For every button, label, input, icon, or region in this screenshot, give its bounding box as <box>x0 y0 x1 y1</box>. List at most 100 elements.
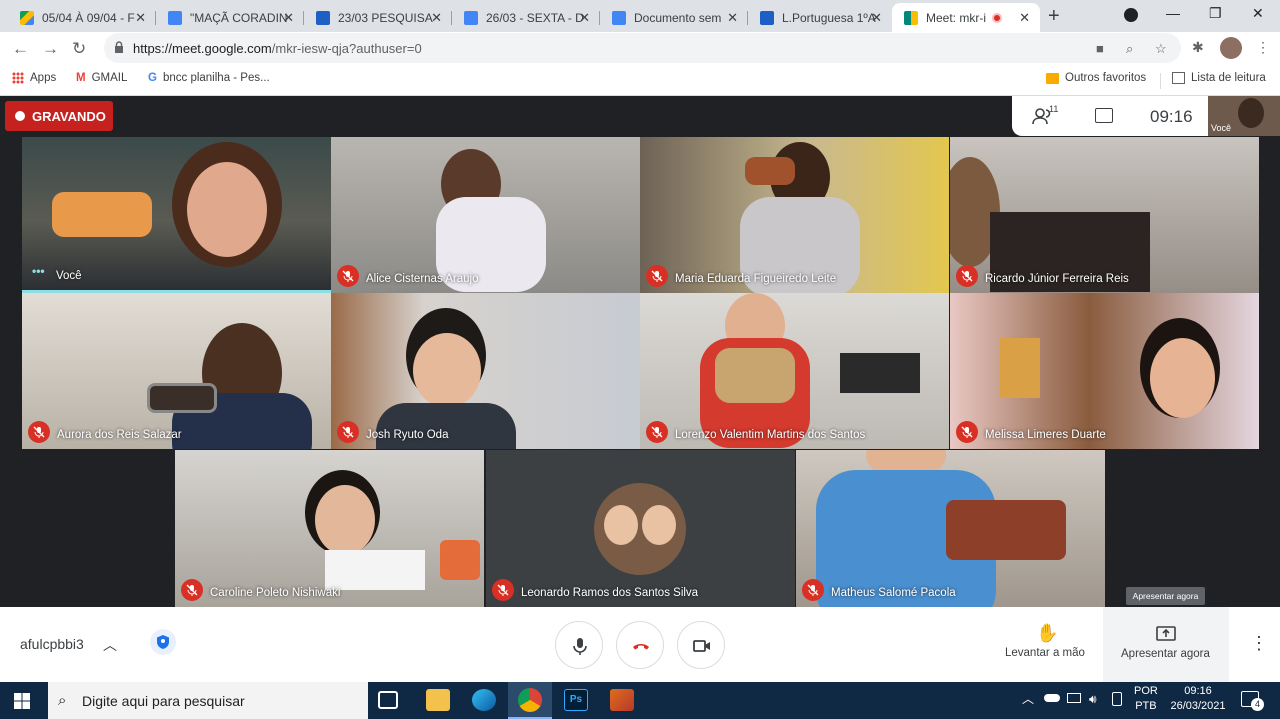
more-options-icon[interactable]: ⋮ <box>1250 633 1268 654</box>
bookmark-star-icon[interactable]: ☆ <box>1155 41 1167 57</box>
participant-tile[interactable]: Maria Eduarda Figueiredo Leite <box>640 137 949 293</box>
browser-tab-5[interactable]: Documento sem ✕ <box>600 3 748 32</box>
meet-controls-bar: afulcpbbi3 ︿ ✋ Levantar a mão Apresentar… <box>0 607 1280 682</box>
participant-tile[interactable]: Você ••• <box>22 137 331 293</box>
video-camera-icon <box>693 640 710 652</box>
participant-tile[interactable]: Matheus Salomé Pacola <box>796 450 1105 607</box>
shield-icon[interactable] <box>150 629 176 655</box>
tab-search-icon[interactable] <box>1124 8 1138 22</box>
google-drive-icon <box>20 10 34 25</box>
google-docs-icon <box>168 10 182 25</box>
muted-mic-icon <box>646 421 668 443</box>
back-icon[interactable]: ← <box>12 39 29 59</box>
close-window-button[interactable]: ✕ <box>1252 5 1264 22</box>
browser-tab-bar: 05/04 À 09/04 - F ✕ "MAÇÃ CORADIN ✕ 23/0… <box>0 0 1280 32</box>
minimize-button[interactable]: — <box>1166 5 1180 21</box>
close-tab-icon[interactable]: ✕ <box>135 10 146 26</box>
meeting-code: afulcpbbi3 <box>20 636 84 652</box>
meet-clock: 09:16 <box>1150 107 1193 126</box>
browser-tab-meet-active[interactable]: Meet: mkr-ie ✕ <box>892 3 1040 32</box>
reading-list[interactable]: Lista de leitura <box>1172 72 1266 84</box>
close-tab-icon[interactable]: ✕ <box>431 10 442 26</box>
participant-tile[interactable]: Leonardo Ramos dos Santos Silva <box>486 450 795 607</box>
browser-tab-4[interactable]: 26/03 - SEXTA - D ✕ <box>452 3 600 32</box>
extensions-icon[interactable]: ✱ <box>1192 39 1204 56</box>
reload-icon[interactable]: ↻ <box>72 39 86 59</box>
taskbar-search-box[interactable]: ⌕ Digite aqui para pesquisar <box>48 682 368 719</box>
forward-icon[interactable]: → <box>42 39 59 59</box>
menu-kebab-icon[interactable]: ⋮ <box>1256 39 1270 56</box>
participant-tile[interactable]: Josh Ryuto Oda <box>331 293 640 449</box>
tray-chevron-icon[interactable]: ︿ <box>1022 692 1034 707</box>
meet-top-panel: 11 09:16 <box>1012 96 1208 136</box>
language-indicator[interactable]: POR PTB <box>1134 684 1158 714</box>
close-tab-icon[interactable]: ✕ <box>1019 10 1030 26</box>
google-docs-icon <box>612 10 626 25</box>
profile-avatar[interactable] <box>1220 37 1242 59</box>
browser-tab-2[interactable]: "MAÇÃ CORADIN ✕ <box>156 3 304 32</box>
camera-button[interactable] <box>677 621 725 669</box>
microphone-icon <box>573 638 587 655</box>
participant-tile[interactable]: Caroline Poleto Nishiwaki <box>175 450 484 607</box>
google-classroom-icon <box>316 10 330 25</box>
google-docs-icon <box>464 10 478 25</box>
other-bookmarks[interactable]: Outros favoritos <box>1046 72 1146 84</box>
record-dot-icon <box>15 111 25 121</box>
participant-tile[interactable]: Melissa Limeres Duarte <box>950 293 1259 449</box>
hangup-icon <box>633 644 649 650</box>
muted-mic-icon <box>337 265 359 287</box>
participant-tile[interactable]: Aurora dos Reis Salazar <box>22 293 331 449</box>
apps-grid-icon <box>12 72 24 84</box>
participant-tile[interactable]: Lorenzo Valentim Martins dos Santos <box>640 293 949 449</box>
close-tab-icon[interactable]: ✕ <box>283 10 294 26</box>
close-tab-icon[interactable]: ✕ <box>727 10 738 26</box>
bookmark-apps[interactable]: Apps <box>12 72 56 84</box>
volume-icon[interactable]: 🔊︎ <box>1089 692 1097 707</box>
close-tab-icon[interactable]: ✕ <box>579 10 590 26</box>
participant-tile[interactable]: Ricardo Júnior Ferreira Reis <box>950 137 1259 293</box>
photoshop-icon[interactable]: Ps <box>564 689 588 711</box>
maximize-button[interactable]: ❐ <box>1209 5 1222 22</box>
browser-tab-1[interactable]: 05/04 À 09/04 - F ✕ <box>8 3 156 32</box>
participant-tile[interactable]: Alice Cisternas Araujo <box>331 137 640 293</box>
raise-hand-label[interactable]: Levantar a mão <box>1005 647 1085 659</box>
present-now-tooltip: Apresentar agora <box>1126 587 1205 605</box>
browser-tab-3[interactable]: 23/03 PESQUISA ✕ <box>304 3 452 32</box>
zoom-icon[interactable]: ⌕ <box>1126 41 1133 57</box>
system-clock[interactable]: 09:16 26/03/2021 <box>1166 684 1230 714</box>
windows-start-icon[interactable] <box>14 693 30 709</box>
camera-in-use-icon[interactable]: ■ <box>1096 41 1104 56</box>
close-tab-icon[interactable]: ✕ <box>871 10 882 26</box>
address-bar[interactable]: https://meet.google.com/mkr-iesw-qja?aut… <box>104 33 1181 63</box>
microphone-button[interactable] <box>555 621 603 669</box>
muted-mic-icon <box>956 265 978 287</box>
meet-grid: GRAVANDO 11 09:16 Você Você ••• Alice Ci… <box>0 96 1280 607</box>
self-preview[interactable]: Você <box>1208 96 1280 136</box>
task-view-icon[interactable] <box>378 691 398 709</box>
edge-icon[interactable] <box>472 689 496 711</box>
file-explorer-icon[interactable] <box>426 689 450 711</box>
muted-mic-icon <box>337 421 359 443</box>
participant-count: 11 <box>1049 104 1059 114</box>
present-now-button[interactable]: Apresentar agora <box>1103 607 1229 682</box>
end-call-button[interactable] <box>616 621 664 669</box>
media-app-icon[interactable] <box>610 689 634 711</box>
reading-list-icon <box>1172 72 1185 84</box>
onedrive-icon[interactable] <box>1044 694 1060 702</box>
speaking-dots-icon: ••• <box>32 264 45 278</box>
chevron-up-icon[interactable]: ︿ <box>103 635 117 655</box>
battery-icon[interactable] <box>1067 693 1081 703</box>
chat-icon[interactable] <box>1095 108 1113 123</box>
present-screen-icon <box>1156 626 1176 641</box>
keyboard-indicator-icon[interactable] <box>1112 692 1122 706</box>
google-meet-icon <box>904 10 918 25</box>
new-tab-button[interactable]: + <box>1048 5 1060 28</box>
raise-hand-icon[interactable]: ✋ <box>1036 623 1058 644</box>
browser-toolbar: ← → ↻ https://meet.google.com/mkr-iesw-q… <box>0 32 1280 65</box>
bookmark-gmail[interactable]: M GMAIL <box>76 72 127 84</box>
browser-tab-6[interactable]: L.Portuguesa 1ºA ✕ <box>748 3 892 32</box>
muted-mic-icon <box>956 421 978 443</box>
bookmark-bncc[interactable]: Gbncc planilha - Pes... <box>148 72 270 84</box>
recording-badge: GRAVANDO <box>5 101 113 131</box>
chrome-icon[interactable] <box>518 688 542 712</box>
